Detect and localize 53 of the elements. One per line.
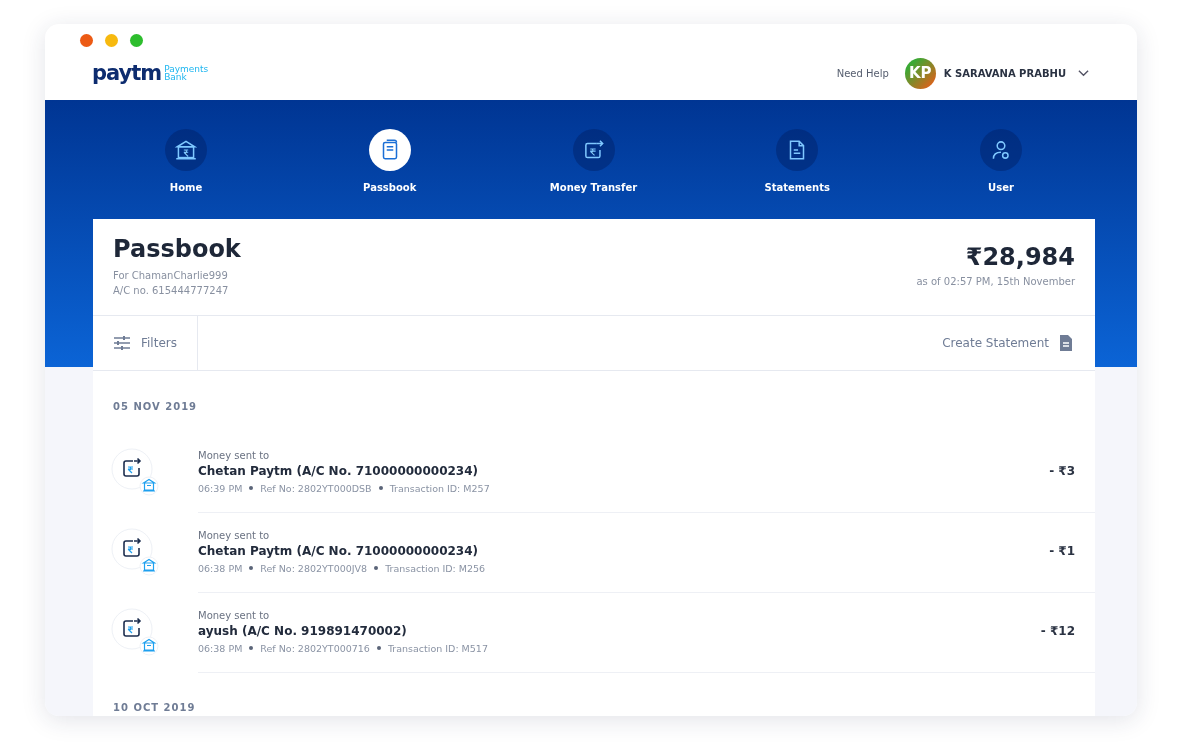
transaction-caption: Money sent to: [198, 609, 270, 621]
page-title: Passbook: [113, 235, 241, 263]
date-heading: 05 NOV 2019: [112, 400, 199, 414]
transaction-id: Transaction ID: M517: [387, 642, 488, 654]
transaction-id: Transaction ID: M256: [385, 562, 486, 574]
avatar[interactable]: KP: [904, 57, 936, 89]
transaction-row[interactable]: Money sent to ayush (A/C No. 919891470002) 06:38 PM Ref No: 2802YT000716 Transaction ID: M517 - ₹12: [93, 592, 1095, 672]
payee-name: Chetan Paytm (A/C No. 71000000000234): [198, 463, 479, 478]
document-icon: [1059, 334, 1073, 352]
separator-dot: [374, 566, 379, 570]
transaction-amount: - ₹12: [1040, 623, 1075, 638]
help-link[interactable]: Need Help: [836, 67, 889, 79]
close-dot[interactable]: [80, 34, 93, 47]
reference-number: Ref No: 2802YT000716: [260, 642, 370, 654]
transfer-icon: [111, 608, 159, 656]
reference-number: Ref No: 2802YT000JV8: [260, 562, 368, 574]
transaction-caption: Money sent to: [198, 449, 270, 461]
transaction-row[interactable]: Money sent to Chetan Paytm (A/C No. 71000000000234) 06:39 PM Ref No: 2802YT000DSB Transaction ID: M257 - ₹3: [93, 432, 1095, 512]
transfer-icon: [111, 528, 159, 576]
payee-name: ayush (A/C No. 919891470002): [198, 623, 407, 638]
separator-dot: [249, 486, 254, 490]
chevron-down-icon[interactable]: [1078, 69, 1089, 77]
nav-tab[interactable]: Passbook: [329, 129, 450, 219]
transaction-amount: - ₹3: [1049, 463, 1075, 478]
minimize-dot[interactable]: [105, 34, 118, 47]
separator-dot: [376, 646, 381, 650]
payee-name: Chetan Paytm (A/C No. 71000000000234): [198, 543, 479, 558]
transaction-caption: Money sent to: [198, 529, 270, 541]
filters-button[interactable]: Filters: [93, 316, 198, 370]
nav-tab[interactable]: Home: [126, 129, 246, 219]
transfer-icon: [111, 448, 159, 496]
nav-tab[interactable]: Statements: [737, 129, 858, 219]
nav-tab[interactable]: User: [941, 129, 1061, 219]
date-heading: 10 OCT 2019: [112, 701, 197, 715]
transaction-id: Transaction ID: M257: [389, 482, 490, 494]
transaction-time: 06:38 PM: [198, 562, 243, 574]
transaction-amount: - ₹1: [1049, 543, 1075, 558]
transaction-time: 06:39 PM: [198, 482, 243, 494]
transaction-row[interactable]: Money sent to Chetan Paytm (A/C No. 71000000000234) 06:38 PM Ref No: 2802YT000JV8 Transaction ID: M256 - ₹1: [93, 512, 1095, 592]
create-statement-button[interactable]: Create Statement: [920, 316, 1095, 370]
sliders-icon: [113, 335, 131, 351]
nav-tab[interactable]: Money Transfer: [533, 129, 654, 219]
maximize-dot[interactable]: [130, 34, 143, 47]
owner-text: For ChamanCharlie999: [113, 269, 229, 283]
account-number: A/C no. 615444777247: [113, 284, 230, 298]
reference-number: Ref No: 2802YT000DSB: [260, 482, 372, 494]
user-name[interactable]: K SARAVANA PRABHU: [943, 67, 1066, 79]
separator-dot: [249, 646, 254, 650]
balance-timestamp: as of 02:57 PM, 15th November: [916, 275, 1075, 289]
balance-amount: ₹28,984: [965, 243, 1075, 271]
separator-dot: [378, 486, 383, 490]
transaction-time: 06:38 PM: [198, 642, 243, 654]
separator-dot: [249, 566, 254, 570]
